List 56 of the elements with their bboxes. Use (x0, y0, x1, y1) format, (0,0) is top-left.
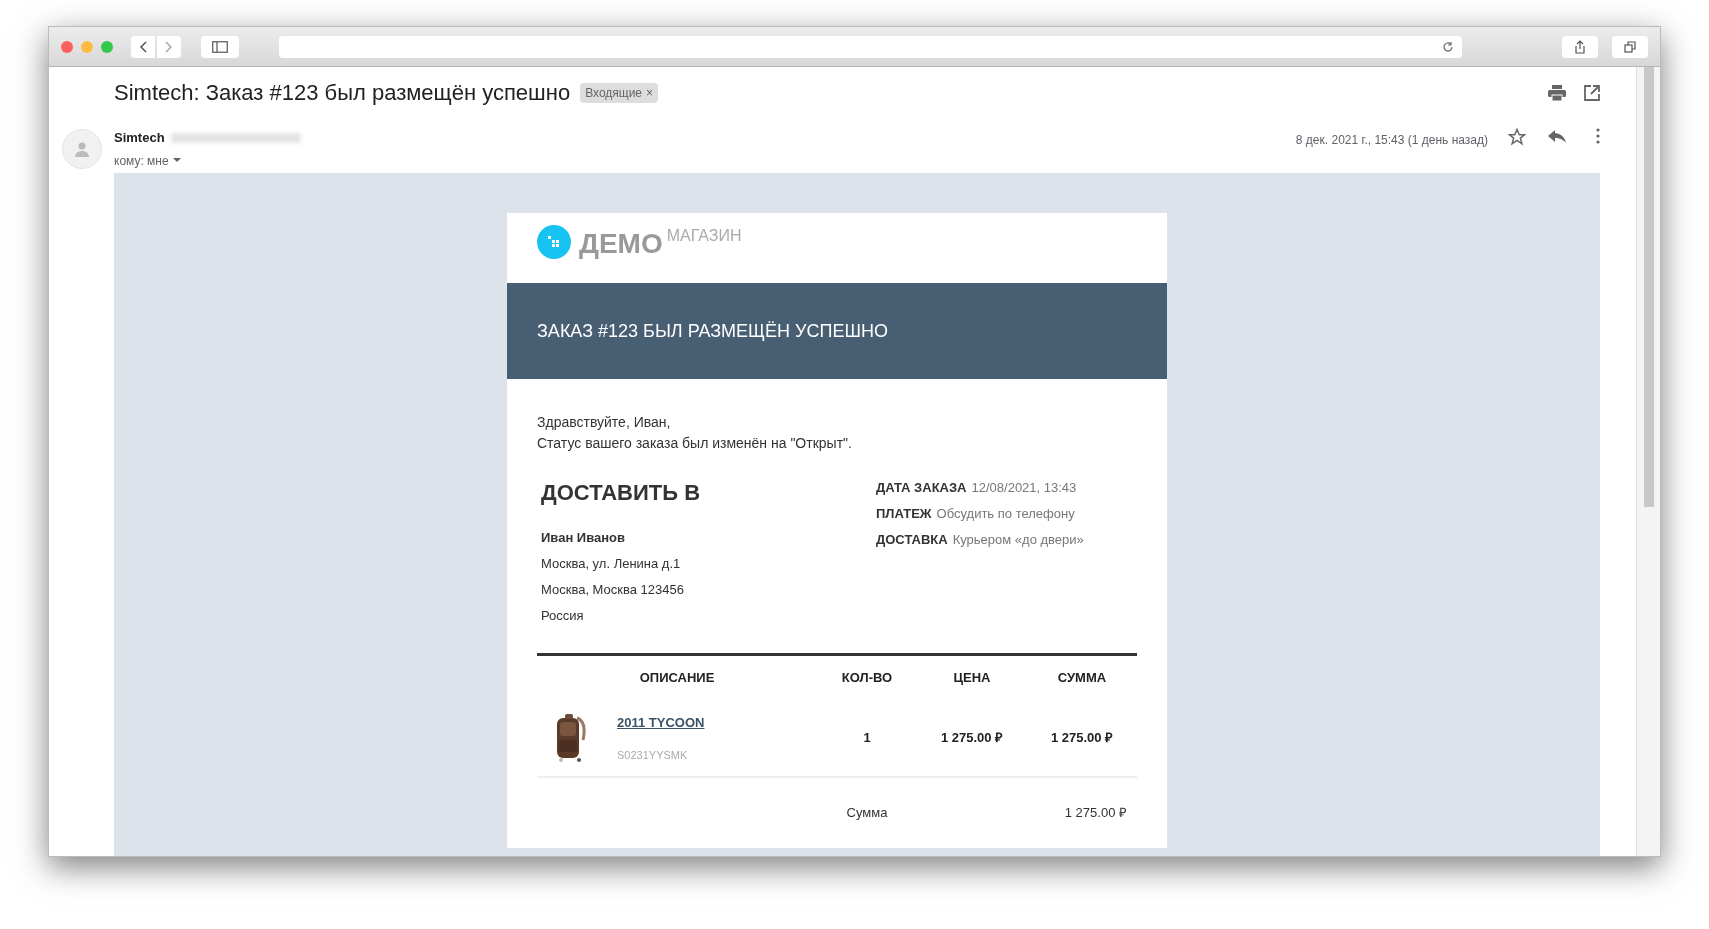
sidebar-button[interactable] (200, 35, 239, 58)
info-value: Курьером «до двери» (952, 531, 1084, 549)
info-label: ПЛАТЕЖ (876, 505, 932, 523)
address-line: Москва, Москва 123456 (541, 581, 685, 599)
recipient-name: Иван Иванов (541, 529, 627, 547)
label-text: Входящие (585, 84, 643, 102)
logo-title: ДЕМО (579, 227, 663, 261)
column-header: СУММА (1056, 669, 1108, 688)
info-value: Обсудить по телефону (936, 505, 1075, 523)
chevron-left-icon (138, 40, 147, 53)
logo-icon (537, 225, 571, 259)
address-line: Москва, ул. Ленина д.1 (541, 555, 682, 573)
scrollbar[interactable] (1636, 67, 1660, 856)
product-sku: S0231YYSMK (617, 747, 689, 763)
open-in-new-icon[interactable] (1584, 84, 1600, 101)
sender-name: Simtech (114, 129, 165, 147)
banner-title: ЗАКАЗ #123 БЫЛ РАЗМЕЩЁН УСПЕШНО (537, 319, 888, 343)
summary-label: Сумма (845, 804, 889, 823)
reload-icon[interactable] (1442, 40, 1455, 53)
info-label: ДАТА ЗАКАЗА (876, 479, 967, 497)
ship-to-title: ДОСТАВИТЬ В (541, 479, 702, 507)
column-header: ОПИСАНИЕ (638, 669, 716, 688)
more-options-icon[interactable] (1596, 128, 1600, 144)
caret-icon[interactable] (172, 158, 181, 163)
sidebar-icon (211, 40, 228, 53)
person-icon (73, 141, 90, 157)
maximize-window-icon[interactable] (100, 40, 113, 53)
info-value: 12/08/2021, 13:43 (971, 479, 1077, 497)
star-icon[interactable] (1508, 128, 1526, 146)
share-button[interactable] (1562, 35, 1599, 58)
email-subject: Simtech: Заказ #123 был размещён успешно (114, 79, 571, 107)
inbox-label[interactable]: Входящие × (580, 82, 659, 103)
product-link[interactable]: 2011 TYCOON (617, 713, 705, 733)
total-cell-text: 1 275.00 ₽ (1049, 729, 1115, 748)
email-date: 8 дек. 2021 г., 15:43 (1 день назад) (1295, 132, 1488, 149)
tabs-icon (1624, 40, 1637, 53)
logo-subtitle: МАГАЗИН (666, 226, 742, 246)
back-button[interactable] (130, 35, 155, 58)
reply-icon[interactable] (1548, 130, 1566, 144)
summary-value: 1 275.00 ₽ (1063, 804, 1128, 823)
greeting-text: Здравствуйте, Иван, (537, 413, 672, 432)
print-icon[interactable] (1548, 84, 1566, 101)
address-line: Россия (541, 607, 585, 625)
close-window-icon[interactable] (61, 40, 73, 53)
price-cell-text: 1 275.00 ₽ (939, 729, 1005, 748)
column-header: КОЛ-ВО (840, 669, 894, 688)
chevron-right-icon (164, 40, 173, 53)
status-text: Статус вашего заказа был изменён на "Открыт". (537, 434, 853, 453)
column-header: ЦЕНА (952, 669, 992, 688)
share-icon (1574, 39, 1587, 54)
remove-label-button[interactable]: × (646, 83, 654, 102)
tabs-button[interactable] (1612, 35, 1648, 58)
quantity-cell-text: 1 (862, 729, 872, 748)
recipient-text: кому: мне (114, 152, 169, 170)
info-label: ДОСТАВКА (876, 531, 948, 549)
forward-button[interactable] (156, 35, 181, 58)
